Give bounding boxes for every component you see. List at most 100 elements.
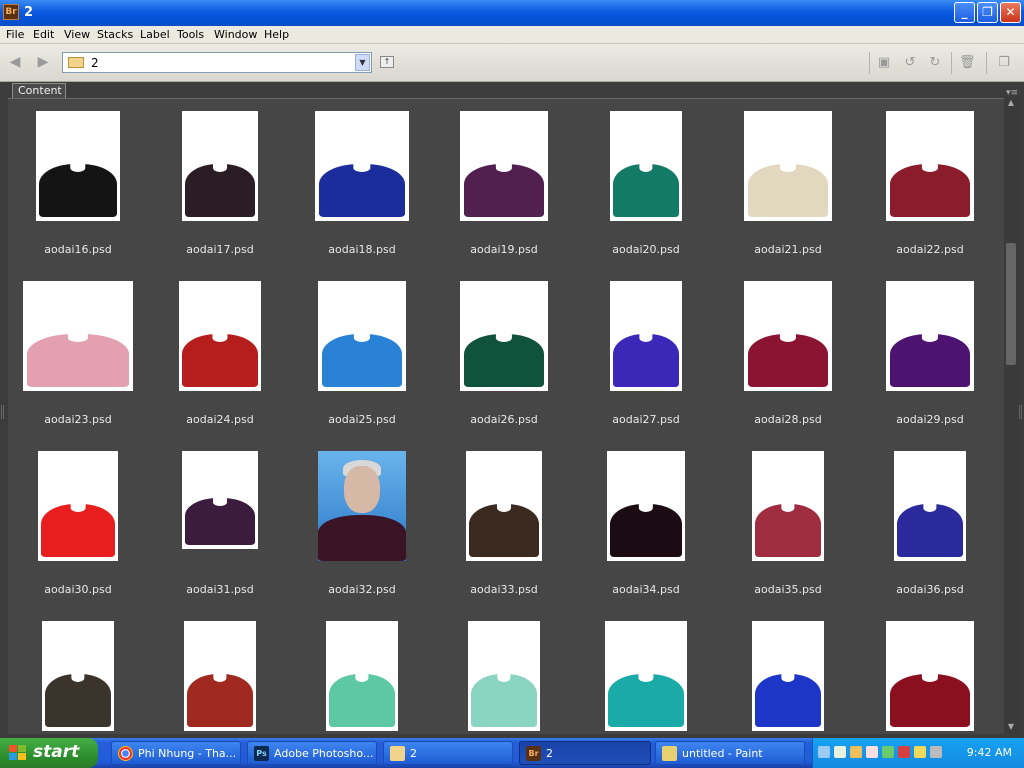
menu-label[interactable]: Label [140,28,170,41]
thumbnail-item[interactable]: aodai29.psd [859,281,1001,451]
start-button[interactable]: start [0,738,98,768]
scroll-thumb[interactable] [1006,243,1016,365]
tray-app-icon[interactable] [866,746,878,758]
tray-messenger-icon[interactable] [914,746,926,758]
minimize-button[interactable]: _ [954,2,975,23]
thumbnail-item[interactable] [149,621,291,734]
thumbnail-image[interactable] [182,451,258,549]
panel-menu-icon[interactable]: ▾≡ [1006,88,1018,98]
tray-volume-icon[interactable] [850,746,862,758]
thumbnail-image[interactable] [179,281,261,391]
thumbnail-item[interactable]: aodai19.psd [433,111,575,281]
title-bar[interactable]: Br 2 _ ❐ ✕ [0,0,1024,26]
thumbnail-image[interactable] [182,111,258,221]
menu-edit[interactable]: Edit [33,28,54,41]
thumbnail-item[interactable]: aodai33.psd [433,451,575,621]
bridge-app-icon[interactable]: Br [3,4,19,20]
thumbnail-image[interactable] [42,621,114,731]
menu-tools[interactable]: Tools [177,28,204,41]
compact-mode-icon[interactable]: ❐ [996,55,1012,71]
thumbnail-image[interactable] [460,281,548,391]
panel-left-resize[interactable] [1,405,4,419]
thumbnail-image[interactable] [607,451,685,561]
up-folder-icon[interactable]: ↑ [380,56,394,68]
thumbnail-item[interactable]: aodai24.psd [149,281,291,451]
thumbnail-item[interactable] [575,621,717,734]
thumbnail-item[interactable]: aodai17.psd [149,111,291,281]
thumbnail-item[interactable]: aodai21.psd [717,111,859,281]
thumbnail-image[interactable] [184,621,256,731]
thumbnail-item[interactable]: aodai35.psd [717,451,859,621]
thumbnail-item[interactable]: aodai32.psd [291,451,433,621]
thumbnail-item[interactable] [717,621,859,734]
forward-arrow-icon[interactable]: ▶ [34,54,52,70]
thumbnail-image[interactable] [886,281,974,391]
thumbnail-image[interactable] [610,281,682,391]
thumbnail-item[interactable]: aodai28.psd [717,281,859,451]
chevron-down-icon[interactable]: ▼ [355,54,370,71]
thumbnail-item[interactable] [859,621,1001,734]
tray-network-icon[interactable] [818,746,830,758]
scroll-up-icon[interactable]: ▲ [1004,98,1018,110]
thumbnail-item[interactable] [291,621,433,734]
thumbnail-item[interactable] [433,621,575,734]
rotate-right-icon[interactable]: ↻ [927,55,943,71]
taskbar-button[interactable]: Ps Adobe Photosho... [247,741,377,765]
close-button[interactable]: ✕ [1000,2,1021,23]
thumbnail-image[interactable] [752,451,824,561]
menu-help[interactable]: Help [264,28,289,41]
tray-update-icon[interactable] [882,746,894,758]
thumbnail-image[interactable] [315,111,409,221]
thumbnail-item[interactable]: aodai23.psd [8,281,149,451]
tray-security-icon[interactable] [834,746,846,758]
trash-icon[interactable]: 🗑 [959,55,976,71]
thumbnail-item[interactable]: aodai34.psd [575,451,717,621]
thumbnail-image[interactable] [466,451,542,561]
thumbnail-image[interactable] [610,111,682,221]
scroll-down-icon[interactable]: ▼ [1004,722,1018,734]
restore-button[interactable]: ❐ [977,2,998,23]
menu-window[interactable]: Window [214,28,257,41]
thumbnail-image[interactable] [886,621,974,731]
taskbar-button[interactable]: Br 2 [519,741,651,765]
thumbnail-image[interactable] [318,451,406,561]
clock[interactable]: 9:42 AM [967,746,1012,759]
thumbnail-image[interactable] [318,281,406,391]
thumbnail-item[interactable]: aodai18.psd [291,111,433,281]
taskbar-button[interactable]: 2 [383,741,513,765]
tab-content[interactable]: Content [12,83,66,99]
thumbnail-item[interactable]: aodai30.psd [8,451,149,621]
panel-right-resize[interactable] [1019,405,1022,419]
vertical-scrollbar[interactable]: ▲ ▼ [1004,98,1018,734]
menu-stacks[interactable]: Stacks [97,28,133,41]
thumbnail-image[interactable] [460,111,548,221]
rotate-left-icon[interactable]: ↺ [902,55,918,71]
thumbnail-image[interactable] [38,451,118,561]
thumbnail-image[interactable] [744,281,832,391]
menu-view[interactable]: View [64,28,90,41]
thumbnail-image[interactable] [326,621,398,731]
thumbnail-item[interactable]: aodai36.psd [859,451,1001,621]
thumbnail-image[interactable] [36,111,120,221]
taskbar-button[interactable]: Phi Nhung - Tha... [111,741,241,765]
tray-usb-icon[interactable] [898,746,910,758]
thumbnail-item[interactable]: aodai26.psd [433,281,575,451]
back-arrow-icon[interactable]: ◀ [6,54,24,70]
new-folder-icon[interactable]: ▣ [876,55,892,71]
thumbnail-item[interactable] [8,621,149,734]
thumbnail-image[interactable] [752,621,824,731]
taskbar-button[interactable]: untitled - Paint [655,741,805,765]
menu-file[interactable]: File [6,28,24,41]
thumbnail-item[interactable]: aodai22.psd [859,111,1001,281]
path-selector[interactable]: 2 ▼ [62,52,372,73]
thumbnail-item[interactable]: aodai25.psd [291,281,433,451]
thumbnail-item[interactable]: aodai20.psd [575,111,717,281]
thumbnail-image[interactable] [23,281,133,391]
thumbnail-image[interactable] [468,621,540,731]
thumbnail-item[interactable]: aodai16.psd [8,111,149,281]
thumbnail-item[interactable]: aodai27.psd [575,281,717,451]
thumbnail-image[interactable] [605,621,687,731]
tray-clock-icon[interactable] [930,746,942,758]
thumbnail-image[interactable] [744,111,832,221]
thumbnail-image[interactable] [886,111,974,221]
